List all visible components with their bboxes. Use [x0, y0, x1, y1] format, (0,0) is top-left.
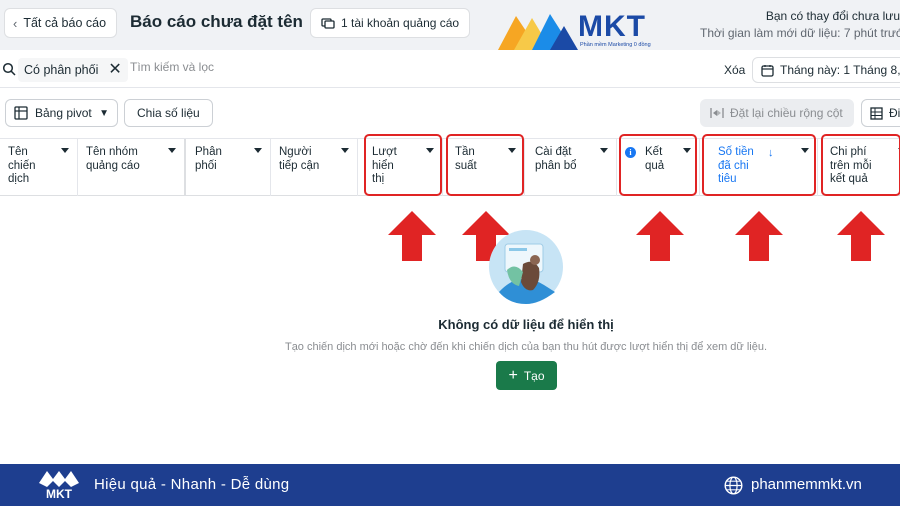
column-label: Tên chiến dịch [8, 146, 36, 185]
pivot-icon [14, 106, 28, 120]
all-reports-button[interactable]: ‹ Tất cả báo cáo [4, 8, 118, 38]
red-arrow-up-icon [636, 211, 684, 261]
chevron-down-icon[interactable] [341, 148, 349, 153]
date-range-label: Tháng này: 1 Tháng 8, 2023 [780, 63, 900, 77]
chevron-down-icon[interactable] [61, 148, 69, 153]
highlight-box-amount-spent [702, 134, 816, 196]
ad-accounts-label: 1 tài khoản quảng cáo [341, 16, 460, 30]
refresh-time-text: Thời gian làm mới dữ liệu: 7 phút trước [700, 26, 900, 40]
column-delivery[interactable]: Phân phối [187, 139, 271, 196]
mkt-logo-mark [498, 14, 578, 50]
more-options-label: Đi [889, 106, 900, 120]
footer-logo-text: MKT [46, 487, 73, 501]
chevron-down-icon[interactable] [254, 148, 262, 153]
column-label: Cài đặt phân bổ [535, 146, 577, 172]
more-options-button[interactable]: Đi [861, 99, 900, 127]
filter-chip-delivery[interactable]: Có phân phối ✕ [18, 58, 128, 82]
column-label: Người tiếp cận [279, 146, 320, 172]
mkt-logo: MKT Phần mềm Marketing 0 đồng [498, 10, 658, 52]
filter-chip-label: Có phân phối [24, 63, 99, 77]
column-adset-name[interactable]: Tên nhóm quảng cáo [78, 139, 186, 196]
column-reach[interactable]: Người tiếp cận [271, 139, 358, 196]
page-title[interactable]: Báo cáo chưa đặt tên [130, 12, 303, 32]
column-campaign-name[interactable]: Tên chiến dịch [0, 139, 78, 196]
date-range-button[interactable]: Tháng này: 1 Tháng 8, 2023 [752, 57, 900, 83]
search-input[interactable] [130, 60, 430, 74]
empty-state-illustration [489, 230, 563, 304]
grid-icon [870, 106, 883, 120]
accounts-icon [321, 18, 335, 29]
red-arrow-up-icon [388, 211, 436, 261]
red-arrow-up-icon [735, 211, 783, 261]
mkt-logo-text: MKT [578, 10, 646, 43]
globe-icon [724, 476, 743, 495]
chevron-down-icon[interactable] [600, 148, 608, 153]
ad-accounts-button[interactable]: 1 tài khoản quảng cáo [310, 8, 471, 38]
all-reports-label: Tất cả báo cáo [23, 16, 107, 30]
empty-state-description: Tạo chiến dịch mới hoặc chờ đến khi chiế… [284, 341, 768, 353]
footer-website: phanmemmkt.vn [751, 476, 862, 493]
plus-icon: + [508, 366, 518, 384]
top-bar: ‹ Tất cả báo cáo Báo cáo chưa đặt tên 1 … [0, 0, 900, 50]
chevron-down-icon[interactable] [168, 148, 176, 153]
empty-state-title: Không có dữ liệu để hiển thị [438, 317, 614, 332]
column-attribution-setting[interactable]: Cài đặt phân bổ [525, 139, 617, 196]
highlight-box-impressions [364, 134, 442, 196]
mkt-footer-logo: MKT [39, 471, 79, 501]
create-button[interactable]: + Tạo [496, 361, 557, 390]
clear-button[interactable]: Xóa [724, 63, 745, 77]
unsaved-notice: Bạn có thay đổi chưa lưu Thời gian làm m… [700, 8, 900, 42]
column-label: Phân phối [195, 146, 222, 172]
search-icon [2, 62, 16, 76]
close-icon[interactable]: ✕ [108, 62, 121, 78]
reset-column-width-label: Đặt lại chiều rộng cột [730, 106, 843, 120]
column-width-icon [710, 108, 724, 118]
mkt-logo-subtitle: Phần mềm Marketing 0 đồng [580, 42, 651, 48]
unsaved-changes-text: Bạn có thay đổi chưa lưu [765, 9, 900, 23]
search-filter-bar: Có phân phối ✕ Xóa Tháng này: 1 Tháng 8,… [0, 52, 900, 88]
highlight-box-frequency [446, 134, 524, 196]
highlight-box-cost-per-result [821, 134, 900, 196]
report-toolbar: Bảng pivot ▼ Chia số liệu Đặt lại chiều … [0, 96, 900, 132]
footer-banner: MKT Hiệu quả - Nhanh - Dễ dùng phanmemmk… [0, 464, 900, 506]
column-label: Tên nhóm quảng cáo [86, 146, 140, 172]
chevron-left-icon: ‹ [13, 15, 18, 31]
pivot-table-button[interactable]: Bảng pivot ▼ [5, 99, 118, 127]
calendar-icon [761, 64, 774, 77]
split-metrics-button[interactable]: Chia số liệu [124, 99, 213, 127]
reset-column-width-button[interactable]: Đặt lại chiều rộng cột [700, 99, 854, 127]
chevron-down-icon: ▼ [99, 107, 109, 119]
highlight-box-results [619, 134, 697, 196]
create-label: Tạo [523, 368, 545, 383]
footer-slogan: Hiệu quả - Nhanh - Dễ dùng [94, 476, 290, 493]
pivot-label: Bảng pivot [35, 106, 92, 120]
red-arrow-up-icon [837, 211, 885, 261]
